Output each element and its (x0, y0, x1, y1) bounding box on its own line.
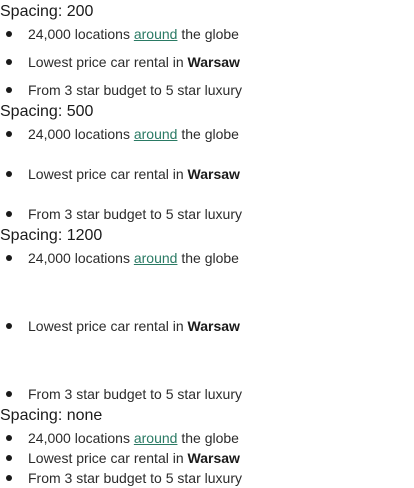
around-link[interactable]: around (134, 126, 178, 142)
list-item-text: the globe (177, 26, 239, 42)
bullet-icon (6, 323, 12, 329)
city-name: Warsaw (187, 450, 240, 466)
bullet-icon (6, 171, 12, 177)
bullet-icon (6, 31, 12, 37)
bullet-icon (6, 131, 12, 137)
list-item-text: the globe (177, 430, 239, 446)
bullet-icon (6, 255, 12, 261)
list-item-text: From 3 star budget to 5 star luxury (28, 470, 242, 486)
list-item-text: From 3 star budget to 5 star luxury (28, 206, 242, 222)
list-item-text: From 3 star budget to 5 star luxury (28, 386, 242, 402)
bullet-icon (6, 475, 12, 481)
section-heading-spacing-500: Spacing: 500 (0, 103, 94, 120)
section-heading-spacing-none: Spacing: none (0, 407, 103, 424)
bullet-icon (6, 87, 12, 93)
list-item-text: the globe (177, 126, 239, 142)
section-heading-spacing-1200: Spacing: 1200 (0, 227, 103, 244)
city-name: Warsaw (187, 54, 240, 70)
around-link[interactable]: around (134, 430, 178, 446)
city-name: Warsaw (187, 166, 240, 182)
around-link[interactable]: around (134, 250, 178, 266)
bullet-icon (6, 59, 12, 65)
section-heading-spacing-200: Spacing: 200 (0, 3, 94, 20)
list-item-text: the globe (177, 250, 239, 266)
list-item-text: Lowest price car rental in (28, 54, 188, 70)
bullet-icon (6, 455, 12, 461)
list-item-text: 24,000 locations (28, 430, 134, 446)
list-item-text: Lowest price car rental in (28, 166, 188, 182)
bullet-icon (6, 435, 12, 441)
city-name: Warsaw (187, 318, 240, 334)
list-item-text: 24,000 locations (28, 126, 134, 142)
bullet-icon (6, 211, 12, 217)
list-item-text: Lowest price car rental in (28, 450, 188, 466)
list-item-text: From 3 star budget to 5 star luxury (28, 82, 242, 98)
list-item-text: 24,000 locations (28, 250, 134, 266)
list-item-text: 24,000 locations (28, 26, 134, 42)
list-item-text: Lowest price car rental in (28, 318, 188, 334)
bullet-icon (6, 391, 12, 397)
around-link[interactable]: around (134, 26, 178, 42)
